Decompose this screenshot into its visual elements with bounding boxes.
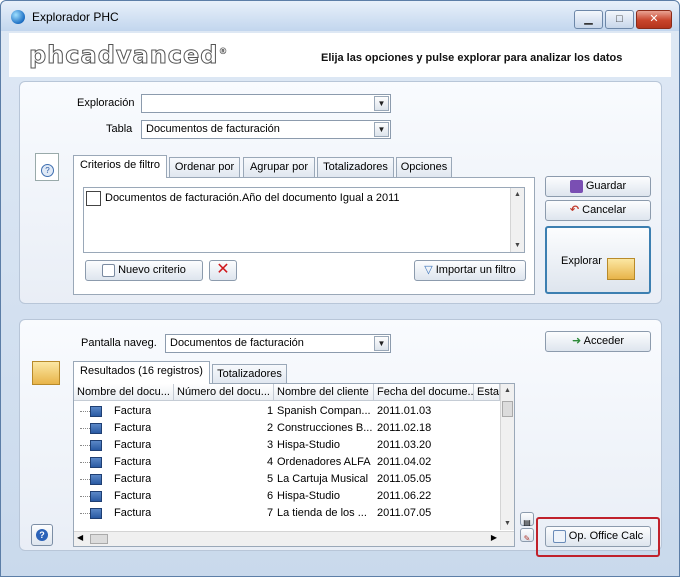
chevron-down-icon: ▼ <box>374 96 389 111</box>
col-nombre-doc[interactable]: Nombre del docu... <box>74 384 174 401</box>
table-row[interactable]: Factura 4 Ordenadores ALFA 2011.04.02 <box>74 454 500 471</box>
enter-arrow-icon: ➜ <box>571 335 582 347</box>
print-icon: ▤ <box>523 518 531 527</box>
col-fecha-doc[interactable]: Fecha del docume... <box>374 384 474 401</box>
cancelar-button[interactable]: ↶ Cancelar <box>545 200 651 221</box>
tab-agrupar[interactable]: Agrupar por <box>243 157 315 178</box>
invoice-icon <box>90 457 102 468</box>
criterion-text: Documentos de facturación.Año del docume… <box>105 192 400 204</box>
tabla-label: Tabla <box>106 123 133 135</box>
invoice-icon <box>90 423 102 434</box>
phc-logo: phcadvanced® <box>28 41 229 70</box>
table-row[interactable]: Factura 7 La tienda de los ... 2011.07.0… <box>74 505 500 522</box>
criteria-scrollbar[interactable]: ▲ ▼ <box>510 188 524 252</box>
invoice-icon <box>90 491 102 502</box>
help-button[interactable]: ? <box>31 524 53 546</box>
col-estado[interactable]: Estal <box>474 384 500 401</box>
delete-criterion-button[interactable]: ✕ <box>209 260 237 281</box>
col-numero-doc[interactable]: Número del docu... <box>174 384 274 401</box>
close-button[interactable]: ✕ <box>636 10 672 29</box>
tab-ordenar[interactable]: Ordenar por <box>169 157 240 178</box>
app-globe-icon <box>11 10 25 24</box>
red-x-icon: ✕ <box>216 261 230 278</box>
pantalla-select[interactable]: Documentos de facturación ▼ <box>165 334 391 353</box>
tab-totalizadores-results[interactable]: Totalizadores <box>212 364 287 385</box>
table-row[interactable]: Factura 2 Construcciones B... 2011.02.18 <box>74 420 500 437</box>
table-row[interactable]: Factura 1 Spanish Compan... 2011.01.03 <box>74 403 500 420</box>
undo-icon: ↶ <box>569 204 580 216</box>
tab-opciones[interactable]: Opciones <box>396 157 452 178</box>
results-envelope-icon <box>32 361 60 385</box>
new-document-icon <box>102 263 116 277</box>
print-grid-button[interactable]: ▤ <box>520 512 534 527</box>
title-bar: Explorador PHC ▁ □ ✕ <box>1 1 679 31</box>
window-title: Explorador PHC <box>32 10 119 24</box>
tab-resultados[interactable]: Resultados (16 registros) <box>73 361 210 384</box>
minimize-button[interactable]: ▁ <box>574 10 603 29</box>
table-row[interactable]: Factura 3 Hispa-Studio 2011.03.20 <box>74 437 500 454</box>
importar-filtro-button[interactable]: ▽ Importar un filtro <box>414 260 526 281</box>
invoice-icon <box>90 508 102 519</box>
explore-envelope-icon <box>607 258 635 280</box>
guardar-button[interactable]: Guardar <box>545 176 651 197</box>
help-icon: ? <box>36 529 48 541</box>
highlight-box <box>536 517 660 557</box>
criteria-list: Documentos de facturación.Año del docume… <box>83 187 525 253</box>
tab-totalizadores[interactable]: Totalizadores <box>317 157 394 178</box>
criterion-checkbox[interactable] <box>86 191 101 206</box>
wrench-icon: ✎ <box>523 534 531 543</box>
banner-subtitle: Elija las opciones y pulse explorar para… <box>321 52 623 64</box>
results-grid: Nombre del docu... Número del docu... No… <box>73 383 515 547</box>
tabla-select[interactable]: Documentos de facturación ▼ <box>141 120 391 139</box>
exploracion-label: Exploración <box>77 97 135 109</box>
table-row[interactable]: Factura 6 Hispa-Studio 2011.06.22 <box>74 488 500 505</box>
invoice-icon <box>90 440 102 451</box>
explorer-window: Explorador PHC ▁ □ ✕ phcadvanced® Elija … <box>0 0 680 577</box>
tab-criterios[interactable]: Criterios de filtro <box>73 155 167 178</box>
results-vertical-scrollbar[interactable]: ▲ ▼ <box>500 384 514 530</box>
maximize-button[interactable]: □ <box>605 10 634 29</box>
pantalla-label: Pantalla naveg. <box>81 337 157 349</box>
results-horizontal-scrollbar[interactable]: ◀ ▶ <box>74 531 514 546</box>
col-nombre-cliente[interactable]: Nombre del cliente <box>274 384 374 401</box>
chevron-down-icon: ▼ <box>374 336 389 351</box>
document-info-icon: ? <box>35 153 59 181</box>
exploracion-select[interactable]: ▼ <box>141 94 391 113</box>
save-icon <box>569 179 583 193</box>
invoice-icon <box>90 406 102 417</box>
export-grid-button[interactable]: ✎ <box>520 528 534 543</box>
table-row[interactable]: Factura 5 La Cartuja Musical 2011.05.05 <box>74 471 500 488</box>
funnel-icon: ▽ <box>424 264 433 276</box>
invoice-icon <box>90 474 102 485</box>
grid-header: Nombre del docu... Número del docu... No… <box>74 384 500 401</box>
explorar-button[interactable]: Explorar <box>545 226 651 294</box>
acceder-button[interactable]: ➜ Acceder <box>545 331 651 352</box>
chevron-down-icon: ▼ <box>374 122 389 137</box>
nuevo-criterio-button[interactable]: Nuevo criterio <box>85 260 203 281</box>
